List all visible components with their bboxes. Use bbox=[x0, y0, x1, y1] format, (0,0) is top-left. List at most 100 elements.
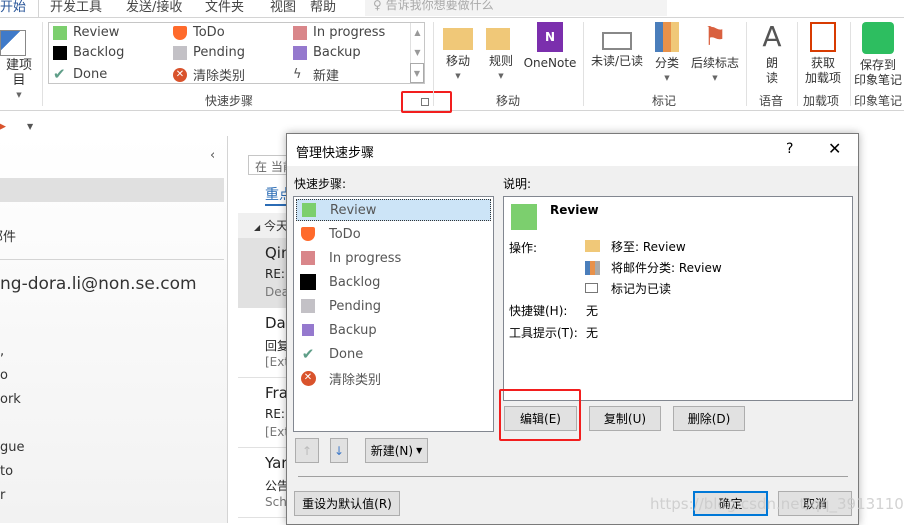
folder-item[interactable]: o bbox=[0, 368, 8, 383]
nav-item[interactable]: 邮件 bbox=[0, 226, 16, 245]
gray-square-icon bbox=[173, 45, 187, 60]
list-item-backlog[interactable]: Backlog bbox=[296, 271, 491, 293]
onenote-button[interactable]: N OneNote bbox=[522, 22, 578, 71]
shield-icon bbox=[301, 227, 315, 241]
folder-move-icon bbox=[443, 28, 473, 50]
tab-view[interactable]: 视图 bbox=[270, 0, 296, 15]
list-item-clear[interactable]: ✕ 清除类别 bbox=[296, 367, 491, 389]
tab-developer[interactable]: 开发工具 bbox=[50, 0, 102, 15]
list-item-review[interactable]: Review bbox=[296, 199, 491, 221]
action-item: 标记为已读 bbox=[611, 282, 672, 296]
folder-move-icon bbox=[585, 240, 600, 252]
lightbulb-icon: ♀ bbox=[373, 0, 382, 12]
highlight-box bbox=[499, 389, 581, 441]
unread-read-button[interactable]: 未读/已读 bbox=[588, 22, 646, 69]
green-square-icon bbox=[302, 203, 316, 217]
purple-square-icon bbox=[302, 324, 314, 336]
addins-icon bbox=[810, 22, 836, 52]
watermark: https://blog.csdn.net/qq_39131100 bbox=[650, 495, 904, 513]
reset-defaults-button[interactable]: 重设为默认值(R) bbox=[294, 491, 400, 516]
check-icon: ✔ bbox=[53, 65, 66, 83]
clear-x-icon: ✕ bbox=[173, 67, 187, 82]
folder-item[interactable]: gue bbox=[0, 440, 25, 455]
move-button[interactable]: 移动 ▼ bbox=[440, 22, 476, 84]
customize-toolbar-icon[interactable]: ▼ bbox=[27, 122, 33, 131]
categorize-icon bbox=[655, 22, 679, 52]
close-icon[interactable]: ✕ bbox=[828, 139, 841, 158]
envelope-icon bbox=[602, 32, 632, 50]
selected-step-name: Review bbox=[550, 203, 599, 217]
action-item: 将邮件分类: Review bbox=[611, 261, 722, 275]
collapse-triangle-icon: ◢ bbox=[254, 223, 261, 232]
save-to-evernote-button[interactable]: 保存到 印象笔记 bbox=[852, 22, 904, 88]
quick-steps-list[interactable]: Review ToDo In progress Backlog Pending … bbox=[293, 196, 494, 432]
evernote-icon bbox=[862, 22, 894, 54]
folder-item[interactable]: r bbox=[0, 488, 5, 503]
new-dropdown-button[interactable]: 新建(N) ▼ bbox=[365, 438, 428, 463]
tab-home[interactable]: 开始 bbox=[0, 0, 26, 15]
dropdown-arrow-icon: ▼ bbox=[416, 446, 423, 455]
tell-me-search[interactable]: ♀ 告诉我你想要做什么 bbox=[365, 0, 667, 16]
envelope-icon bbox=[585, 283, 598, 293]
quick-steps-label: 快速步骤: bbox=[294, 177, 347, 191]
folder-item[interactable]: , bbox=[0, 344, 4, 359]
list-item-todo[interactable]: ToDo bbox=[296, 223, 491, 245]
quick-step-review[interactable]: Review bbox=[53, 25, 119, 40]
gallery-up-button[interactable]: ▲ bbox=[410, 23, 424, 43]
copy-button[interactable]: 复制(U) bbox=[589, 406, 661, 431]
tab-help[interactable]: 帮助 bbox=[310, 0, 336, 15]
quick-step-in-progress[interactable]: In progress bbox=[293, 25, 385, 40]
new-item-icon bbox=[0, 30, 26, 56]
quick-step-done[interactable]: ✔ Done bbox=[53, 65, 107, 83]
delete-button[interactable]: 删除(D) bbox=[673, 406, 745, 431]
quick-steps-group-label: 快速步骤 bbox=[205, 94, 254, 108]
get-addins-button[interactable]: 获取 加载项 bbox=[800, 22, 846, 86]
green-square-icon bbox=[511, 204, 537, 230]
shortcut-value: 无 bbox=[586, 304, 599, 318]
collapse-icon[interactable]: ‹ bbox=[210, 148, 215, 163]
tags-group-label: 标记 bbox=[652, 94, 677, 108]
list-item-in-progress[interactable]: In progress bbox=[296, 247, 491, 269]
description-label: 说明: bbox=[503, 177, 532, 191]
gallery-down-button[interactable]: ▼ bbox=[410, 43, 424, 63]
arrow-down-icon: ↓ bbox=[333, 443, 345, 458]
tab-folder[interactable]: 文件夹 bbox=[205, 0, 244, 15]
read-aloud-button[interactable]: A朗读 bbox=[752, 22, 792, 86]
follow-up-button[interactable]: ⚑ 后续标志 ▼ bbox=[688, 22, 742, 86]
move-up-button[interactable]: ↑ bbox=[295, 438, 319, 463]
list-item-backup[interactable]: Backup bbox=[296, 319, 491, 341]
tooltip-label: 工具提示(T): bbox=[509, 326, 578, 340]
tab-send-receive[interactable]: 发送/接收 bbox=[126, 0, 182, 15]
check-icon: ✔ bbox=[301, 345, 315, 363]
quick-step-todo[interactable]: ToDo bbox=[173, 25, 225, 40]
folder-item[interactable]: to bbox=[0, 464, 13, 479]
list-item-done[interactable]: ✔ Done bbox=[296, 343, 491, 365]
shortcut-label: 快捷键(H): bbox=[509, 304, 568, 318]
quick-steps-gallery: Review ToDo In progress Backlog Pending … bbox=[48, 22, 425, 84]
quick-step-backlog[interactable]: Backlog bbox=[53, 45, 124, 60]
highlight-box bbox=[401, 91, 452, 113]
pink-square-icon bbox=[293, 25, 307, 40]
gallery-more-button[interactable]: ▼ bbox=[410, 63, 424, 83]
rules-button[interactable]: 规则 ▼ bbox=[484, 22, 518, 84]
list-item-pending[interactable]: Pending bbox=[296, 295, 491, 317]
action-item: 移至: Review bbox=[611, 240, 686, 254]
categorize-button[interactable]: 分类 ▼ bbox=[650, 22, 684, 86]
addins-group-label: 加载项 bbox=[803, 94, 840, 108]
new-items-button[interactable]: 建项目 ▼ bbox=[0, 30, 38, 103]
help-button[interactable]: ? bbox=[786, 141, 793, 157]
play-icon[interactable]: ▶ bbox=[0, 119, 6, 134]
quick-step-pending[interactable]: Pending bbox=[173, 45, 245, 60]
black-square-icon bbox=[300, 274, 316, 290]
description-panel: Review 操作: 移至: Review 将邮件分类: Review 标记为已… bbox=[503, 196, 853, 401]
quick-step-new[interactable]: ϟ 新建 bbox=[293, 65, 339, 84]
evernote-group-label: 印象笔记 bbox=[854, 94, 903, 108]
quick-step-backup[interactable]: Backup bbox=[293, 45, 361, 60]
tooltip-value: 无 bbox=[586, 326, 599, 340]
move-down-button[interactable]: ↓ bbox=[330, 438, 348, 463]
ribbon-tabs: 开始 开发工具 发送/接收 文件夹 视图 帮助 ♀ 告诉我你想要做什么 bbox=[0, 0, 904, 18]
account-name[interactable]: ng-dora.li@non.se.com bbox=[0, 274, 197, 294]
selected-folder-row[interactable] bbox=[0, 178, 224, 202]
quick-step-clear[interactable]: ✕ 清除类别 bbox=[173, 65, 245, 84]
folder-item[interactable]: ork bbox=[0, 392, 21, 407]
